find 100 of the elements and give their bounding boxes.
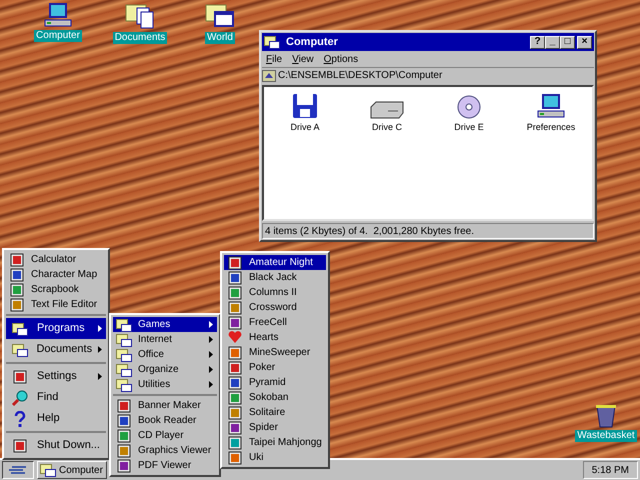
menu-item[interactable]: PDF Viewer [113,458,217,473]
menu-item[interactable]: Spider [224,420,326,435]
menu-bar-item[interactable]: View [292,52,314,66]
documents-icon [125,2,155,30]
app-icon [228,436,242,450]
menu-item-label: Taipei Mahjongg [249,436,322,450]
app-icon [10,252,24,266]
menu-item-label: Character Map [31,268,98,282]
menu-bar-item[interactable]: Options [324,52,358,66]
menu-item[interactable]: Uki [224,450,326,465]
search-icon [12,390,28,406]
menu-item-label: Organize [138,363,180,377]
menu-item[interactable]: Crossword [224,300,326,315]
menu-item-label: Amateur Night [249,256,314,270]
app-icon [228,316,242,330]
menu-item-label: Documents [36,342,92,358]
menu-item[interactable]: Character Map [6,267,106,282]
menu-item-label: Uki [249,451,264,465]
status-bar: 4 items (2 Kbytes) of 4. 2,001,280 Kbytes free. [262,223,594,239]
menu-item-label: Hearts [249,331,280,345]
menu-item[interactable]: Utilities [113,377,217,392]
menu-item-label: Columns II [249,286,298,300]
menu-item[interactable]: Solitaire [224,405,326,420]
app-icon [117,444,131,458]
submenu-arrow-icon [98,373,102,380]
path-text: C:\ENSEMBLE\DESKTOP\Computer [278,69,442,83]
menu-item-label: Poker [249,361,276,375]
menu-item[interactable]: CD Player [113,428,217,443]
submenu-arrow-icon [209,321,213,328]
menu-item-label: Find [37,390,60,406]
submenu-arrow-icon [209,366,213,373]
app-icon [228,420,242,434]
app-icon [117,428,131,442]
folder-icon [116,332,132,346]
menu-item[interactable]: Games [113,317,217,332]
menu-item[interactable]: Poker [224,360,326,375]
menu-bar-item[interactable]: File [266,52,282,66]
menu-item[interactable]: Find [6,387,106,408]
folder-icon [12,322,28,336]
menu-item[interactable]: Programs [6,318,106,339]
menu-item[interactable]: Columns II [224,285,326,300]
menu-item-label: Pyramid [249,376,287,390]
file-icon-label[interactable]: Preferences [526,121,576,134]
title-bar-button[interactable]: × [577,36,592,48]
menu-item[interactable]: Settings [6,366,106,387]
menu-item[interactable]: Pyramid [224,375,326,390]
menu-item[interactable]: Organize [113,362,217,377]
computer-icon [536,93,566,119]
menu-item-label: Crossword [249,301,298,315]
menu-item[interactable]: Scrapbook [6,282,106,297]
cd-icon [457,95,481,119]
app-icon [228,346,242,360]
menu-item-label: PDF Viewer [138,459,192,473]
menu-item[interactable]: Shut Down... [6,435,106,456]
file-icon-label[interactable]: Drive E [454,121,484,134]
menu-item[interactable]: Documents [6,339,106,360]
taskbar-button[interactable]: Computer [37,461,107,479]
menu-item[interactable]: MineSweeper [224,345,326,360]
menu-item[interactable]: Office [113,347,217,362]
menu-item[interactable]: Hearts [224,330,326,345]
menu-item[interactable]: Taipei Mahjongg [224,435,326,450]
menu-item-label: Scrapbook [31,283,80,297]
file-icon-label[interactable]: Drive C [372,121,402,134]
menu-item[interactable]: Calculator [6,252,106,267]
app-icon [10,268,24,282]
clock: 5:18 PM [582,461,638,479]
app-icon [117,414,131,428]
app-icon [228,270,242,284]
menu-item[interactable]: Internet [113,332,217,347]
title-bar-button[interactable]: ? [530,36,545,48]
submenu-arrow-icon [209,336,213,343]
menu-item[interactable]: Graphics Viewer [113,443,217,458]
menu-item-label: Shut Down... [37,438,101,454]
app-icon [228,376,242,390]
file-icon-label[interactable]: Drive A [290,121,320,134]
up-folder-button[interactable] [262,70,276,82]
submenu-arrow-icon [98,346,102,353]
folder-icon [40,463,56,477]
window-title: Computer [286,34,339,50]
app-icon [228,256,242,270]
menu-item[interactable]: FreeCell [224,315,326,330]
folder-icon [116,362,132,376]
title-bar-button[interactable]: □ [560,36,575,48]
menu-item[interactable]: Text File Editor [6,297,106,312]
menu-item[interactable]: Help [6,408,106,429]
menu-item-label: Office [138,348,165,362]
menu-item[interactable]: Sokoban [224,390,326,405]
start-button[interactable] [2,461,34,479]
submenu-arrow-icon [209,351,213,358]
menu-item[interactable]: Black Jack [224,270,326,285]
menu-item[interactable]: Amateur Night [224,255,326,270]
menu-item-label: Book Reader [138,414,198,428]
app-icon [228,360,242,374]
app-icon [228,406,242,420]
app-icon [228,300,242,314]
menu-item-label: MineSweeper [249,346,312,360]
title-bar-button[interactable]: _ [545,36,560,48]
menu-item[interactable]: Banner Maker [113,398,217,413]
folder-icon [12,342,28,356]
menu-item[interactable]: Book Reader [113,413,217,428]
